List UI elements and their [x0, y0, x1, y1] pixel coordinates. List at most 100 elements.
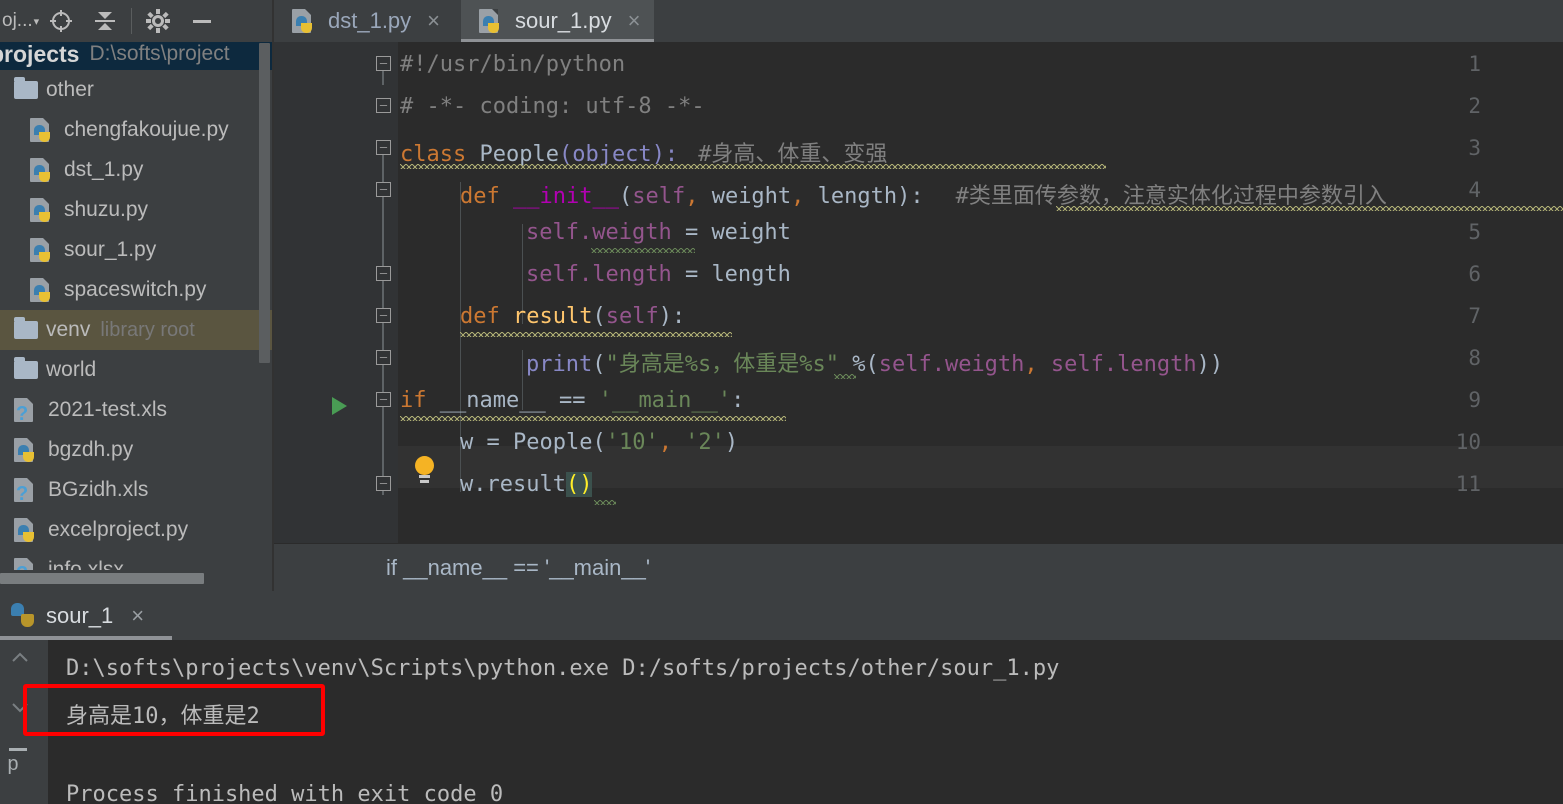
tree-item-sublabel: library root — [100, 318, 195, 341]
tree-row-bgzidh[interactable]: ? BGzidh.xls — [0, 470, 274, 510]
python-file-icon — [30, 236, 56, 264]
fold-marker[interactable]: – — [376, 350, 391, 365]
close-icon[interactable]: × — [427, 8, 440, 34]
run-tab-bar: sour_1 × — [0, 591, 1563, 640]
kw-def: def — [460, 304, 500, 329]
project-tree-horizontal-scrollbar[interactable] — [0, 573, 204, 584]
folder-icon — [14, 77, 38, 99]
editor-gutter[interactable] — [274, 42, 398, 543]
lightbulb-icon[interactable] — [412, 456, 438, 486]
editor-tab-label: dst_1.py — [328, 8, 412, 33]
run-tab-sour-1[interactable]: sour_1 × — [0, 591, 173, 640]
selected-parens: () — [565, 472, 593, 497]
tree-row-sour-1[interactable]: sour_1.py — [0, 230, 274, 270]
run-line-icon[interactable] — [332, 397, 347, 415]
line-number: 6 — [1468, 262, 1481, 286]
tree-item-label: BGzidh.xls — [48, 478, 149, 501]
locate-icon[interactable] — [39, 0, 83, 42]
code-line-7: def result(self): — [460, 304, 685, 329]
main-string: '__main__' — [598, 388, 732, 413]
tree-row-project-root[interactable]: projects D:\softs\project — [0, 42, 274, 70]
param-weight: weight — [698, 184, 792, 209]
run-console-output[interactable]: D:\softs\projects\venv\Scripts\python.ex… — [23, 640, 1563, 804]
fold-marker[interactable]: – — [376, 392, 391, 407]
tree-row-excelproject[interactable]: excelproject.py — [0, 510, 274, 550]
self-ref: self — [526, 220, 579, 245]
minimize-icon[interactable] — [180, 0, 224, 42]
code-line-10: w = People('10', '2') — [460, 430, 738, 455]
close-icon[interactable]: × — [131, 603, 144, 629]
settings-gear-icon[interactable] — [136, 0, 180, 42]
warning-squiggle — [460, 332, 732, 337]
assignment: = weight — [671, 220, 791, 245]
python-file-icon — [30, 276, 56, 304]
fold-marker[interactable]: – — [376, 308, 391, 323]
fold-marker[interactable]: – — [376, 476, 391, 491]
warning-squiggle — [1056, 206, 1563, 211]
fold-marker[interactable]: – — [376, 56, 391, 71]
project-title[interactable]: oj... — [0, 10, 33, 32]
dunder-name: __name__ — [426, 388, 546, 413]
fold-marker[interactable]: – — [376, 140, 391, 155]
tree-row-dst-1[interactable]: dst_1.py — [0, 150, 274, 190]
python-icon — [10, 602, 36, 629]
fold-marker[interactable]: – — [376, 182, 391, 197]
red-annotation-box — [23, 684, 325, 736]
python-file-icon — [14, 436, 40, 464]
fold-marker[interactable]: – — [376, 98, 391, 113]
arg-2: '2' — [671, 430, 725, 455]
tree-item-label: shuzu.py — [64, 198, 149, 221]
tree-item-label: chengfakoujue.py — [64, 118, 229, 141]
run-tool-window: sour_1 × p D:\softs\projects\venv\Script… — [0, 591, 1563, 804]
self-ref: self — [1037, 352, 1104, 377]
python-file-icon — [479, 7, 505, 35]
close-paren: ) — [724, 430, 739, 455]
kw-if: if — [400, 388, 427, 413]
tree-item-label: other — [46, 78, 94, 101]
tree-row-spaceswitch[interactable]: spaceswitch.py — [0, 270, 274, 310]
project-tree-vertical-scrollbar[interactable] — [259, 43, 270, 363]
fold-marker[interactable]: – — [376, 266, 391, 281]
code-line-8: print("身高是%s，体重是%s" %(self.weigth, self.… — [526, 346, 1223, 378]
tree-row-shuzu[interactable]: shuzu.py — [0, 190, 274, 230]
soft-wrap-icon[interactable]: p — [6, 744, 34, 777]
tree-item-label: spaceswitch.py — [64, 278, 207, 301]
typo-squiggle — [591, 248, 695, 253]
pycharm-window: oj... ▾ rojects D:\softs\project other c… — [0, 0, 1563, 804]
project-file-tree[interactable]: projects D:\softs\project other chengfak… — [0, 42, 274, 591]
tree-row-world[interactable]: world — [0, 350, 274, 390]
paren-colon: ): — [897, 184, 924, 209]
method-name-result: result — [499, 304, 593, 329]
line-number: 3 — [1468, 136, 1481, 160]
tree-row-venv[interactable]: venv library root — [0, 310, 274, 350]
folder-icon — [14, 357, 38, 379]
editor-tab-dst-1[interactable]: dst_1.py × — [274, 0, 455, 42]
comma: , — [791, 184, 805, 209]
code-editor[interactable]: 1 2 3 4 5 6 7 8 9 10 11 – – – – – – – – … — [274, 42, 1563, 543]
typo-squiggle — [834, 374, 856, 379]
line-number: 10 — [1455, 430, 1481, 454]
attr-weigth: .weigth — [931, 352, 1025, 377]
toolbar-divider — [131, 8, 133, 34]
breadcrumb[interactable]: if __name__ == '__main__' — [274, 543, 1563, 591]
python-file-icon — [30, 196, 56, 224]
tree-item-label: 2021-test.xls — [48, 398, 168, 421]
collapse-all-icon[interactable] — [83, 0, 127, 42]
chevron-up-icon[interactable] — [6, 648, 34, 676]
editor-tab-sour-1[interactable]: sour_1.py × — [461, 0, 655, 42]
close-icon[interactable]: × — [628, 8, 641, 34]
tree-item-label: excelproject.py — [48, 518, 189, 541]
project-root-name: projects — [0, 42, 80, 67]
tree-row-bgzdh[interactable]: bgzdh.py — [0, 430, 274, 470]
code-line-2: # -*- coding: utf-8 -*- — [400, 94, 705, 119]
tree-row-other[interactable]: other — [0, 70, 274, 110]
self-ref: self — [526, 262, 579, 287]
code-line-11: w.result() — [460, 472, 593, 497]
paren: ( — [592, 352, 606, 377]
line-number: 2 — [1468, 94, 1481, 118]
param-self: self — [605, 304, 659, 329]
tree-row-2021-test[interactable]: ? 2021-test.xls — [0, 390, 274, 430]
python-file-icon — [30, 116, 56, 144]
tree-row-chengfakoujue[interactable]: chengfakoujue.py — [0, 110, 274, 150]
python-file-icon — [292, 7, 318, 35]
